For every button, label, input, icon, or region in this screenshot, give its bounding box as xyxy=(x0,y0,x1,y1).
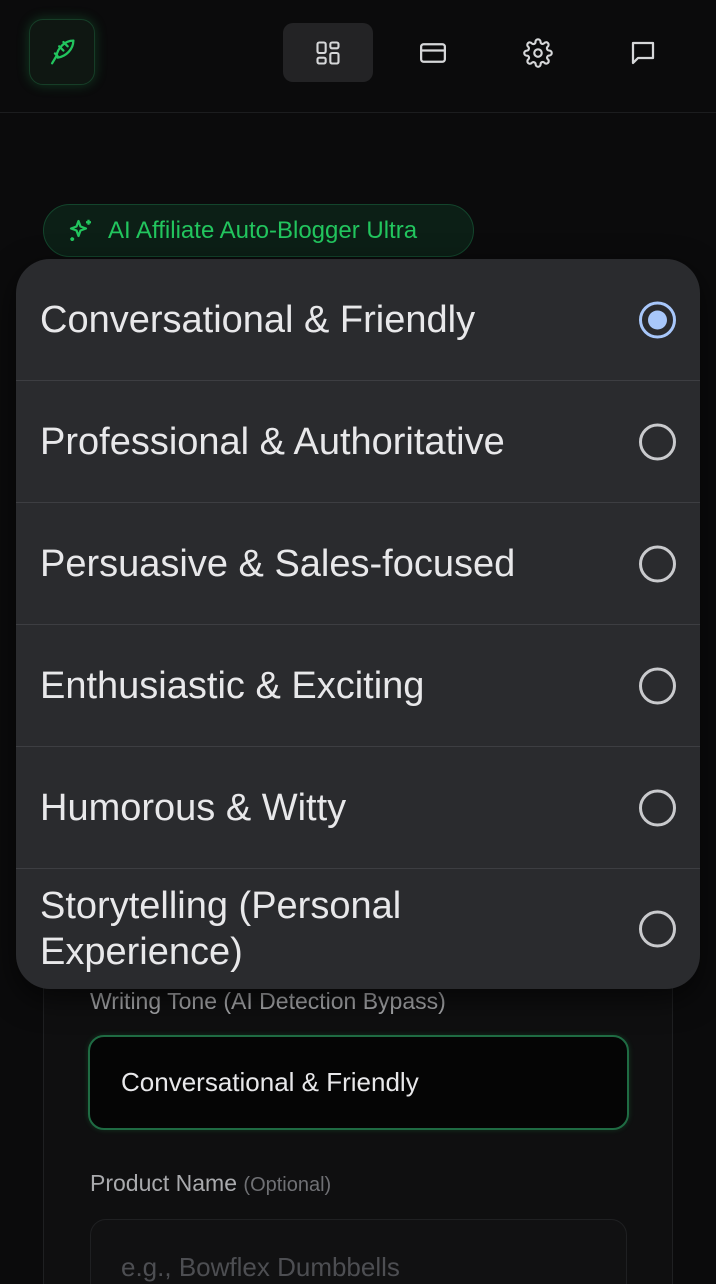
optional-hint: (Optional) xyxy=(243,1174,332,1196)
top-bar xyxy=(0,0,716,113)
tone-options-dialog: Conversational & Friendly Professional &… xyxy=(16,259,700,989)
product-name-input[interactable] xyxy=(121,1250,601,1284)
tone-option-label: Storytelling (Personal Experience) xyxy=(40,885,402,973)
radio-unchecked-icon[interactable] xyxy=(639,545,676,582)
writing-tone-value: Conversational & Friendly xyxy=(121,1067,419,1097)
nav-billing-button[interactable] xyxy=(388,23,478,82)
tone-option-label: Enthusiastic & Exciting xyxy=(40,664,425,707)
tone-option[interactable]: Storytelling (Personal Experience) xyxy=(16,869,700,989)
tone-option[interactable]: Conversational & Friendly xyxy=(16,259,700,381)
nav-settings-button[interactable] xyxy=(493,23,583,82)
app-logo[interactable] xyxy=(29,19,95,85)
product-badge: AI Affiliate Auto-Blogger Ultra xyxy=(43,204,474,257)
product-name-field[interactable] xyxy=(90,1219,627,1284)
nav-dashboard-button[interactable] xyxy=(283,23,373,82)
radio-unchecked-icon[interactable] xyxy=(639,789,676,826)
nav-messages-button[interactable] xyxy=(598,23,688,82)
tone-option[interactable]: Professional & Authoritative xyxy=(16,381,700,503)
radio-checked-icon[interactable] xyxy=(639,301,676,338)
dashboard-icon xyxy=(316,40,340,65)
credit-card-icon xyxy=(420,42,446,63)
sparkles-icon xyxy=(69,219,91,241)
badge-label: AI Affiliate Auto-Blogger Ultra xyxy=(108,216,418,244)
app-screen: AI Affiliate Auto-Blogger Ultra Writing … xyxy=(0,0,716,1284)
tone-option-label: Professional & Authoritative xyxy=(40,420,505,463)
tone-option[interactable]: Humorous & Witty xyxy=(16,747,700,869)
tone-option[interactable]: Persuasive & Sales-focused xyxy=(16,503,700,625)
radio-unchecked-icon[interactable] xyxy=(639,667,676,704)
writing-tone-label: Writing Tone (AI Detection Bypass) xyxy=(90,988,446,1014)
chat-icon xyxy=(631,41,655,64)
tone-option-label: Persuasive & Sales-focused xyxy=(40,542,516,585)
feather-rocket-icon xyxy=(50,39,75,65)
radio-unchecked-icon[interactable] xyxy=(639,910,676,948)
tone-option[interactable]: Enthusiastic & Exciting xyxy=(16,625,700,747)
tone-option-label: Conversational & Friendly xyxy=(40,298,476,341)
tone-option-label: Humorous & Witty xyxy=(40,786,347,829)
radio-unchecked-icon[interactable] xyxy=(639,423,676,460)
gear-icon xyxy=(523,37,553,68)
product-name-label-text: Product Name xyxy=(90,1170,238,1196)
product-name-label: Product Name (Optional) xyxy=(90,1170,331,1197)
writing-tone-select[interactable]: Conversational & Friendly xyxy=(88,1035,629,1130)
